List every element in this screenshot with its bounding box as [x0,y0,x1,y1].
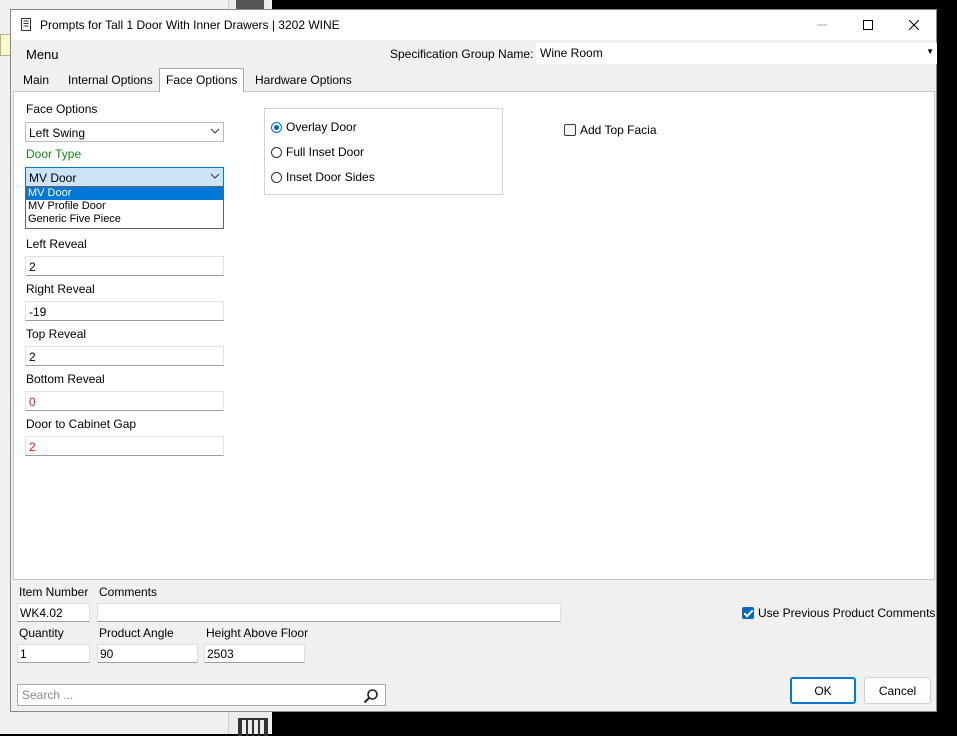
checkbox-checked-icon [742,607,754,619]
door-cabinet-gap-field[interactable]: 2 [25,436,224,456]
door-type-option[interactable]: MV Profile Door [26,200,223,213]
search-box [17,684,386,706]
menu-button[interactable]: Menu [26,47,59,62]
tab-hardware-options[interactable]: Hardware Options [249,71,358,91]
bottom-reveal-label: Bottom Reveal [26,372,105,386]
add-top-facia-label: Add Top Facia [580,123,657,137]
door-type-label: Door Type [26,147,82,161]
spec-group-value: Wine Room [540,46,603,60]
face-options-value: Left Swing [29,126,86,140]
item-number-value: WK4.02 [20,606,63,620]
left-reveal-label: Left Reveal [26,237,87,251]
radio-overlay-door[interactable]: Overlay Door [271,120,357,134]
title-bar[interactable]: Prompts for Tall 1 Door With Inner Drawe… [11,10,936,40]
search-input[interactable] [22,688,352,702]
face-options-panel: Face Options Left Swing Door Type MV Doo… [13,91,935,580]
door-type-value: MV Door [29,171,77,185]
ok-button[interactable]: OK [790,677,856,704]
window-title: Prompts for Tall 1 Door With Inner Drawe… [40,18,340,32]
door-type-dropdown-list: MV Door MV Profile Door Generic Five Pie… [25,186,224,229]
left-reveal-field[interactable]: 2 [25,256,224,276]
comments-label: Comments [99,585,158,599]
radio-unselected-icon [271,146,282,158]
close-button[interactable] [891,10,937,40]
top-reveal-value: 2 [29,350,36,364]
item-number-label: Item Number [19,585,89,599]
tab-face-options[interactable]: Face Options [159,68,245,92]
use-previous-comments-checkbox[interactable]: Use Previous Product Comments [742,606,935,620]
item-number-field[interactable]: WK4.02 [17,603,90,622]
product-angle-label: Product Angle [99,626,174,640]
face-options-combo[interactable]: Left Swing [25,122,224,142]
use-previous-comments-label: Use Previous Product Comments [758,606,936,620]
checkbox-unchecked-icon [564,124,576,136]
radio-label: Full Inset Door [286,145,365,159]
face-options-label: Face Options [26,102,98,116]
door-type-combo[interactable]: MV Door [25,167,224,187]
right-reveal-value: -19 [29,305,47,319]
tab-internal-options[interactable]: Internal Options [62,71,159,91]
top-reveal-label: Top Reveal [26,327,87,341]
height-above-floor-field[interactable]: 2503 [204,644,305,663]
door-type-option[interactable]: MV Door [26,187,223,200]
quantity-field[interactable]: 1 [17,644,90,663]
chevron-down-icon [210,173,220,179]
comments-field[interactable] [97,603,561,622]
spec-group-combo[interactable]: Wine Room ▼ [536,43,937,64]
maximize-icon [863,20,873,30]
radio-selected-icon [271,121,282,133]
radio-label: Overlay Door [286,120,357,134]
minimize-button[interactable] [799,10,845,40]
door-cabinet-gap-value: 2 [29,440,36,454]
radio-full-inset-door[interactable]: Full Inset Door [271,145,364,159]
product-angle-field[interactable]: 90 [97,644,198,663]
search-icon[interactable] [363,688,379,704]
document-icon [21,18,31,31]
product-angle-value: 90 [100,647,114,661]
door-cabinet-gap-label: Door to Cabinet Gap [26,417,137,431]
minimize-icon [817,24,827,26]
height-above-floor-label: Height Above Floor [206,626,309,640]
quantity-label: Quantity [19,626,64,640]
bottom-reveal-value: 0 [29,395,36,409]
spec-group-label: Specification Group Name: [390,47,534,61]
bottom-reveal-field[interactable]: 0 [25,391,224,411]
dropdown-arrow-icon: ▼ [926,47,934,56]
chevron-down-icon [210,128,220,134]
radio-unselected-icon [271,171,282,183]
prompts-dialog: Prompts for Tall 1 Door With Inner Drawe… [10,9,937,712]
grid-icon [238,718,268,736]
product-details-panel: Item Number Comments WK4.02 Use Previous… [11,580,936,711]
tab-strip: Main Internal Options Face Options Hardw… [11,68,936,92]
maximize-button[interactable] [845,10,891,40]
left-reveal-value: 2 [29,260,36,274]
close-icon [909,20,919,30]
door-style-group: Overlay Door Full Inset Door Inset Door … [264,108,503,195]
top-reveal-field[interactable]: 2 [25,346,224,366]
tab-main[interactable]: Main [17,71,55,91]
right-reveal-label: Right Reveal [26,282,95,296]
height-above-floor-value: 2503 [207,647,234,661]
quantity-value: 1 [20,647,27,661]
right-reveal-field[interactable]: -19 [25,301,224,321]
radio-inset-door-sides[interactable]: Inset Door Sides [271,170,375,184]
door-type-option[interactable]: Generic Five Piece [26,213,223,226]
add-top-facia-checkbox[interactable]: Add Top Facia [564,123,657,137]
cancel-button[interactable]: Cancel [864,677,931,704]
radio-label: Inset Door Sides [286,170,375,184]
